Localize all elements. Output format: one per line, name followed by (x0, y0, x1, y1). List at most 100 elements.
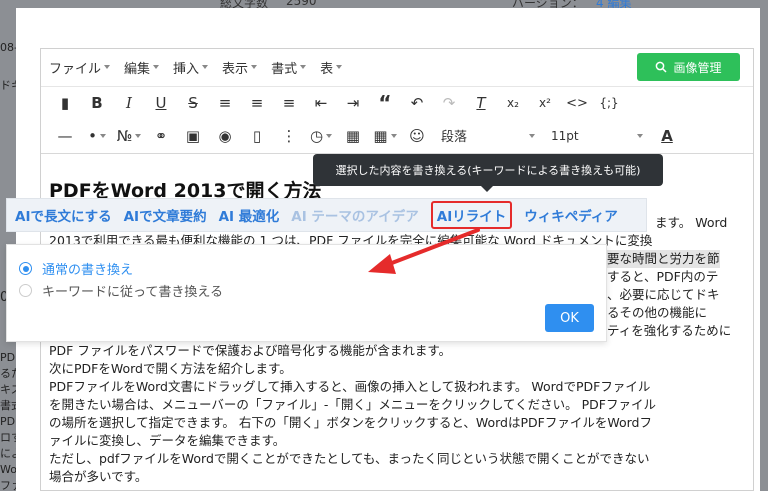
content-line: 次にPDFをWordで開く方法を紹介します。 (49, 361, 292, 376)
paragraph-select-value: 段落 (441, 130, 468, 145)
align-center-icon[interactable]: ≡ (241, 90, 273, 116)
link-icon[interactable]: ⚭ (145, 123, 177, 149)
italic-icon[interactable]: I (113, 90, 145, 116)
ai-optimize-button[interactable]: AI 最適化 (219, 205, 280, 225)
content-line: の場所を選択して指定できます。 右下の「開く」ボタンをクリックすると、Wordは… (49, 415, 652, 430)
indent-icon[interactable]: ⇥ (337, 90, 369, 116)
radio-unchecked-icon (19, 284, 32, 297)
menu-view[interactable]: 表示 (222, 58, 258, 77)
outdent-icon[interactable]: ⇤ (305, 90, 337, 116)
image-manager-button[interactable]: 画像管理 (637, 53, 740, 81)
option-keyword-rewrite[interactable]: キーワードに従って書き換える (19, 281, 223, 300)
option-normal-rewrite[interactable]: 通常の書き換え (19, 259, 133, 278)
table-icon[interactable]: ▦ (369, 123, 401, 149)
menu-edit[interactable]: 編集 (124, 58, 160, 77)
code-block-icon[interactable]: {;} (593, 90, 625, 116)
content-line: ただし、pdfファイルをWordで開くことができたとしても、まったく同じという状… (49, 451, 650, 466)
ai-summarize-button[interactable]: AIで文章要約 (124, 205, 207, 225)
font-size-select[interactable]: 11pt (543, 123, 651, 149)
preview-eye-icon[interactable]: ◉ (209, 123, 241, 149)
image-manager-label: 画像管理 (673, 60, 722, 75)
content-line-highlighted: 要な時間と労力を節 (607, 250, 720, 268)
content-line: を開きたい場合は、メニューバーの「ファイル」-「開く」メニューをクリックしてくだ… (49, 397, 656, 412)
blockquote-icon[interactable]: “ (369, 90, 401, 116)
emoji-icon[interactable]: ☺ (401, 123, 433, 149)
superscript-icon[interactable]: x² (529, 90, 561, 116)
redo-icon[interactable]: ↷ (433, 90, 465, 116)
content-line: ァイルに変換し、データを編集できます。 (49, 433, 286, 448)
align-left-icon[interactable]: ≡ (209, 90, 241, 116)
copy-format-icon[interactable]: ▮ (49, 90, 81, 116)
bg-left-fragment: ドキ (0, 79, 16, 92)
option-normal-label: 通常の書き換え (42, 263, 134, 278)
bg-left-fragment: によ (0, 447, 16, 460)
chevron-down-icon (135, 133, 142, 138)
ok-button[interactable]: OK (545, 304, 594, 332)
media-icon[interactable]: ▦ (337, 123, 369, 149)
numbered-list-icon[interactable]: № (113, 123, 145, 149)
content-line: すると、PDF内のテ (607, 269, 719, 284)
font-color-icon[interactable]: A (651, 123, 683, 149)
toolbar-row-1: ▮ B I U S ≡ ≡ ≡ ⇤ ⇥ “ ↶ ↷ T x₂ x² <> {;} (41, 86, 753, 119)
bookmark-icon[interactable]: ▯ (241, 123, 273, 149)
bg-left-fragment: キス (0, 383, 16, 396)
menu-format-label: 書式 (271, 61, 298, 77)
rewrite-options-popup: 通常の書き換え キーワードに従って書き換える OK (6, 244, 607, 342)
image-icon[interactable]: ▣ (177, 123, 209, 149)
content-line: るその他の機能に (607, 305, 708, 320)
content-line: PDF ファイルをパスワードで保護および暗号化する機能が含まれます。 (49, 343, 452, 358)
bg-total-chars-count: 2590 (286, 0, 317, 8)
page-break-icon[interactable]: ⋮ (273, 123, 305, 149)
toolbar-row-2: — • № ⚭ ▣ ◉ ▯ ⋮ ◷ ▦ ▦ ☺ 段落 11pt A (41, 119, 753, 152)
menu-format[interactable]: 書式 (271, 58, 307, 77)
bg-left-fragment: ロす (0, 431, 16, 444)
clock-icon[interactable]: ◷ (305, 123, 337, 149)
align-right-icon[interactable]: ≡ (273, 90, 305, 116)
ai-theme-ideas-button[interactable]: AI テーマのアイデア (291, 205, 419, 225)
bg-left-fragment: ファ (0, 479, 16, 491)
menu-file-label: ファイル (49, 61, 102, 77)
menu-insert-label: 挿入 (173, 61, 200, 77)
content-line: ます。 Word (655, 215, 728, 230)
ai-expand-button[interactable]: AIで長文にする (15, 205, 112, 225)
chevron-down-icon (202, 65, 209, 69)
background-header (0, 0, 768, 8)
wikipedia-button[interactable]: ウィキペディア (524, 205, 618, 225)
undo-icon[interactable]: ↶ (401, 90, 433, 116)
code-icon[interactable]: <> (561, 90, 593, 116)
bg-left-fragment: PDF (0, 415, 16, 428)
background-scroll-area (760, 8, 768, 491)
strikethrough-icon[interactable]: S (177, 90, 209, 116)
chevron-down-icon (251, 65, 258, 69)
chevron-down-icon (390, 133, 397, 138)
bold-icon[interactable]: B (81, 90, 113, 116)
bg-left-fragment: るた (0, 367, 16, 380)
ai-rewrite-tooltip: 選択した内容を書き換える(キーワードによる書き換えも可能) (313, 154, 663, 186)
content-line: ティを強化するために (607, 323, 732, 338)
font-size-select-value: 11pt (551, 128, 579, 143)
clear-format-icon[interactable]: T (465, 90, 497, 116)
menu-table-label: 表 (320, 61, 334, 77)
chevron-down-icon (637, 133, 643, 138)
menu-table[interactable]: 表 (320, 58, 343, 77)
content-line: 、必要に応じてドキ (607, 287, 720, 302)
menu-file[interactable]: ファイル (49, 58, 111, 77)
option-keyword-label: キーワードに従って書き換える (42, 285, 223, 300)
chevron-down-icon (153, 65, 160, 69)
subscript-icon[interactable]: x₂ (497, 90, 529, 116)
content-line: 場合が多いです。 (49, 469, 148, 484)
ai-rewrite-button[interactable]: AIリライト (430, 201, 513, 229)
tooltip-arrow (481, 186, 493, 192)
menu-view-label: 表示 (222, 61, 249, 77)
bullet-list-icon[interactable]: • (81, 123, 113, 149)
menu-insert[interactable]: 挿入 (173, 58, 209, 77)
bg-left-fragment: 08- (0, 41, 16, 54)
radio-checked-icon (19, 262, 32, 275)
ai-action-bar: AIで長文にする AIで文章要約 AI 最適化 AI テーマのアイデア AIリラ… (6, 198, 647, 232)
underline-icon[interactable]: U (145, 90, 177, 116)
paragraph-select[interactable]: 段落 (433, 123, 543, 149)
horizontal-rule-icon[interactable]: — (49, 123, 81, 149)
bg-left-fragment: 書式 (0, 399, 16, 412)
chevron-down-icon (529, 133, 535, 138)
chevron-down-icon (300, 65, 307, 69)
